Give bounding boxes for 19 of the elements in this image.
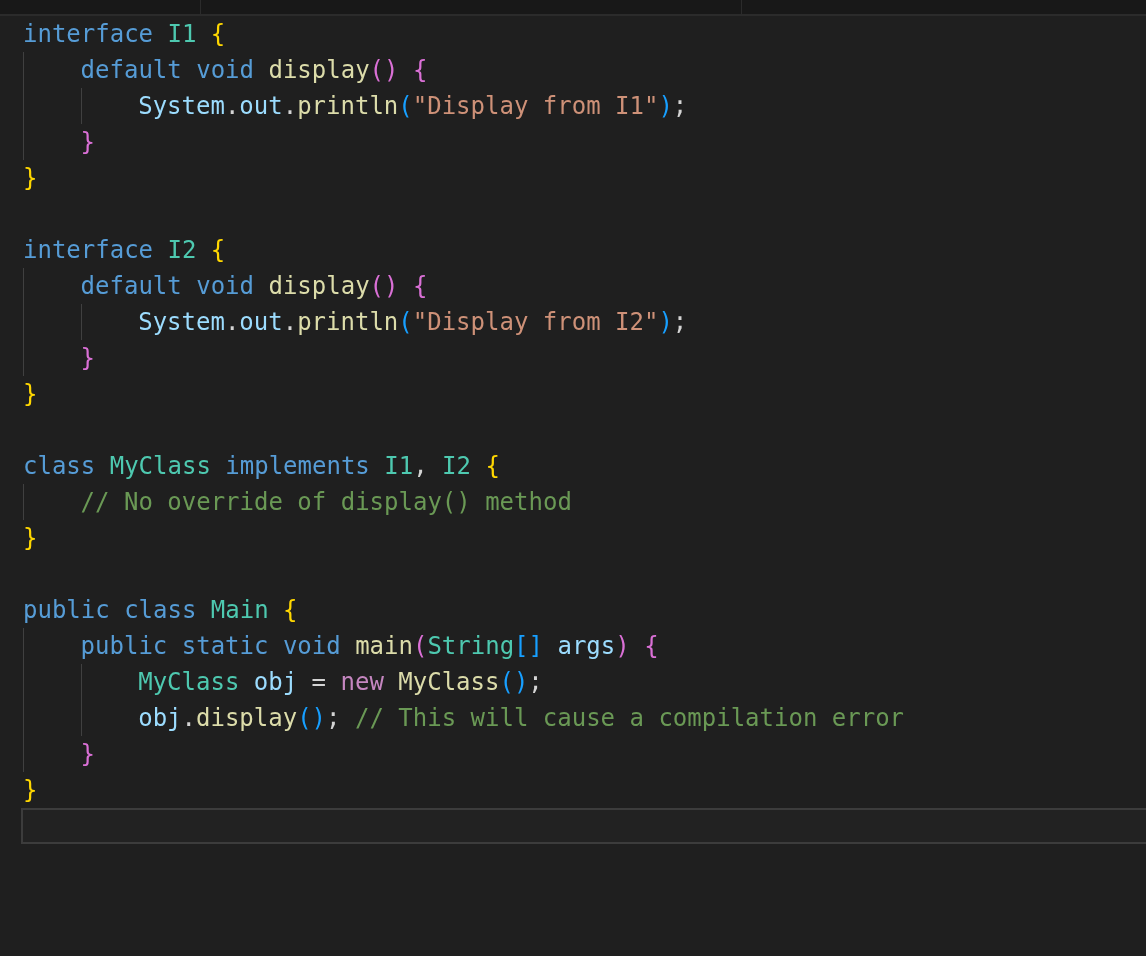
code-line: obj.display(); // This will cause a compilation error: [138, 703, 905, 734]
code-line: }: [23, 163, 38, 194]
code-line: System.out.println("Display from I2");: [138, 307, 688, 338]
code-line: }: [23, 523, 38, 554]
code-line: default void display() {: [80, 271, 428, 302]
code-line: // No override of display() method: [80, 487, 572, 518]
code-line: }: [80, 127, 96, 158]
code-line: }: [23, 379, 38, 410]
code-line: }: [80, 739, 96, 770]
code-line: }: [23, 775, 38, 806]
code-line: interface I2 {: [23, 235, 226, 266]
code-line: class MyClass implements I1, I2 {: [23, 451, 500, 482]
code-line: public static void main(String[] args) {: [80, 631, 659, 662]
code-line: }: [80, 343, 96, 374]
code-line: MyClass obj = new MyClass();: [138, 667, 543, 698]
code-line: interface I1 {: [23, 19, 226, 50]
code-line: default void display() {: [80, 55, 428, 86]
code-line: System.out.println("Display from I1");: [138, 91, 688, 122]
code-line: public class Main {: [23, 595, 298, 626]
